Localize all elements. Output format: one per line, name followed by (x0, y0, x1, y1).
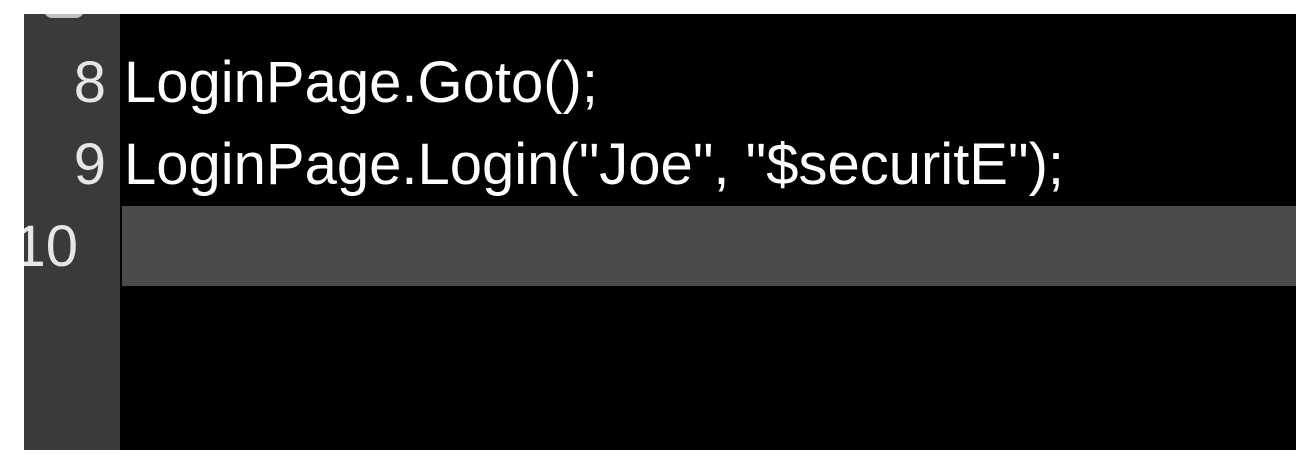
code-editor[interactable]: 8 LoginPage.Goto(); 9 LoginPage.Login("J… (24, 14, 1296, 450)
line-number: 9 (73, 132, 106, 197)
code-line-9[interactable]: 9 LoginPage.Login("Joe", "$securitE"); (24, 124, 1296, 206)
partial-line-number-7 (44, 14, 84, 18)
line-number: 10 (24, 214, 78, 279)
code-line-10-current[interactable]: 10 (24, 206, 1296, 288)
code-text[interactable]: LoginPage.Login("Joe", "$securitE"); (124, 124, 1064, 206)
code-text[interactable]: LoginPage.Goto(); (124, 42, 598, 124)
current-line-highlight[interactable] (122, 206, 1296, 286)
line-number: 8 (73, 50, 106, 115)
code-line-8[interactable]: 8 LoginPage.Goto(); (24, 42, 1296, 124)
